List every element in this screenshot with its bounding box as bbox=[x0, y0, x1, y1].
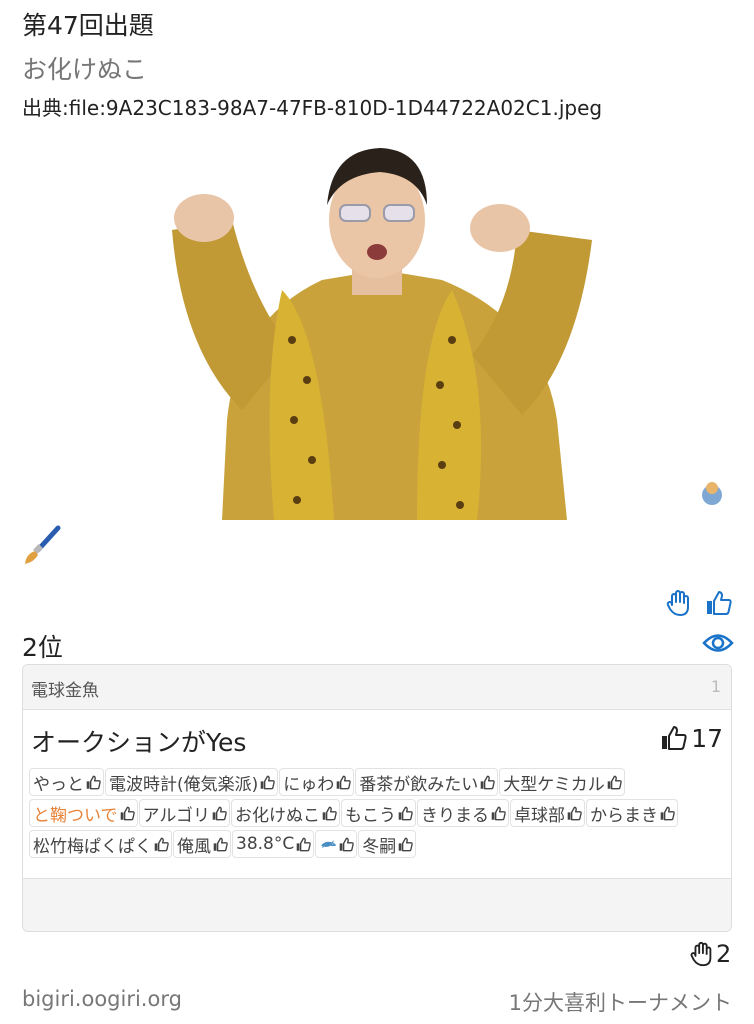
voter-name: 冬嗣 bbox=[362, 836, 397, 857]
thumbs-up-icon bbox=[154, 837, 169, 851]
voter-name: と鞠ついで bbox=[33, 805, 118, 826]
raise-hand-count-value: 2 bbox=[716, 940, 732, 968]
tournament-name: 1分大喜利トーナメント bbox=[508, 991, 732, 1015]
raise-hand-icon[interactable] bbox=[664, 588, 694, 618]
thumbs-up-icon bbox=[322, 806, 337, 820]
voter-name: 38.8°C bbox=[236, 834, 295, 854]
thumbs-up-icon bbox=[212, 806, 227, 820]
voter-chip[interactable]: お化けぬこ bbox=[231, 799, 340, 827]
thumbs-up-icon bbox=[120, 806, 135, 820]
answer-card-footer bbox=[23, 878, 731, 931]
dolphin-emoji bbox=[321, 839, 337, 848]
voter-name: にゅわ bbox=[283, 774, 335, 795]
voter-list: やっと 電波時計(俺気楽派) にゅわ 番茶が飲みたい 大型ケミカルと鞠ついで アルゴリ お化… bbox=[29, 767, 719, 860]
voter-chip[interactable]: 38.8°C bbox=[232, 830, 315, 858]
voter-chip[interactable]: と鞠ついで bbox=[29, 799, 138, 827]
voter-chip[interactable]: 番茶が飲みたい bbox=[355, 768, 499, 796]
voter-name: 松竹梅ぱくぱく bbox=[33, 836, 152, 857]
thumbs-up-icon bbox=[398, 806, 413, 820]
voter-name: お化けぬこ bbox=[235, 805, 320, 826]
voter-name: 番茶が飲みたい bbox=[359, 774, 479, 795]
thumbs-up-icon bbox=[296, 837, 311, 851]
answer-card: 電球金魚 1 オークションがYes 17 やっと 電波時計(俺気楽派) にゅわ 番茶が… bbox=[22, 664, 732, 932]
thumbs-up-icon bbox=[213, 837, 228, 851]
thumbs-up-icon[interactable] bbox=[704, 588, 734, 618]
raise-hand-icon bbox=[690, 941, 712, 967]
thumbs-up-icon bbox=[86, 775, 101, 789]
question-photo bbox=[22, 120, 732, 520]
voter-chip[interactable]: 大型ケミカル bbox=[499, 768, 625, 796]
thumbs-up-icon bbox=[607, 775, 622, 789]
question-author[interactable]: お化けぬこ bbox=[22, 50, 147, 86]
voter-chip[interactable]: 松竹梅ぱくぱく bbox=[29, 830, 172, 858]
thumbs-up-icon bbox=[567, 806, 582, 820]
voter-name: 大型ケミカル bbox=[503, 774, 605, 795]
voter-chip[interactable]: もこう bbox=[341, 799, 416, 827]
voter-name: からまき bbox=[590, 805, 658, 826]
thumbs-up-icon bbox=[480, 775, 496, 789]
voter-chip[interactable]: からまき bbox=[586, 799, 678, 827]
like-count: 17 bbox=[659, 723, 723, 753]
thumbs-up-icon bbox=[336, 775, 352, 789]
raise-hand-count: 2 bbox=[688, 940, 731, 968]
thumbs-up-icon bbox=[339, 837, 354, 851]
thumbs-up-icon bbox=[660, 806, 675, 820]
voter-name: アルゴリ bbox=[142, 805, 211, 826]
voter-chip[interactable]: 卓球部 bbox=[510, 799, 585, 827]
thumbs-up-icon bbox=[398, 837, 413, 851]
voter-chip[interactable] bbox=[315, 830, 358, 858]
thumbs-up-icon bbox=[662, 726, 687, 750]
thumbs-up-icon bbox=[491, 806, 506, 820]
voter-name: 卓球部 bbox=[514, 805, 565, 826]
voter-name: 俺風 bbox=[177, 836, 211, 857]
voter-chip[interactable]: きりまる bbox=[417, 799, 509, 827]
image-source: 出典:file:9A23C183-98A7-47FB-810D-1D44722A… bbox=[22, 96, 603, 120]
page-title: 第47回出題 bbox=[22, 11, 154, 40]
like-count-value: 17 bbox=[691, 723, 723, 753]
voter-name: やっと bbox=[33, 774, 84, 795]
voter-name: きりまる bbox=[421, 805, 489, 826]
voter-chip[interactable]: にゅわ bbox=[279, 768, 355, 796]
paintbrush-icon[interactable] bbox=[22, 524, 64, 566]
answer-text: オークションがYes bbox=[31, 728, 247, 757]
site-link[interactable]: bigiri.oogiri.org bbox=[22, 987, 182, 1011]
voter-chip[interactable]: 冬嗣 bbox=[358, 830, 417, 858]
voter-chip[interactable]: 俺風 bbox=[173, 830, 231, 858]
voter-chip[interactable]: 電波時計(俺気楽派) bbox=[105, 768, 279, 796]
answer-number: 1 bbox=[710, 677, 721, 696]
answer-author[interactable]: 電球金魚 bbox=[31, 676, 99, 701]
voter-chip[interactable]: やっと bbox=[29, 768, 104, 796]
thumbs-up-icon bbox=[260, 775, 276, 789]
voter-chip[interactable]: アルゴリ bbox=[138, 799, 230, 827]
answer-card-header: 電球金魚 1 bbox=[23, 665, 731, 710]
photo-illustration bbox=[22, 120, 732, 520]
voter-name: もこう bbox=[345, 805, 396, 826]
eye-icon[interactable] bbox=[702, 630, 734, 656]
voter-name: 電波時計(俺気楽派) bbox=[109, 774, 259, 795]
rank-label: 2位 bbox=[22, 633, 63, 662]
